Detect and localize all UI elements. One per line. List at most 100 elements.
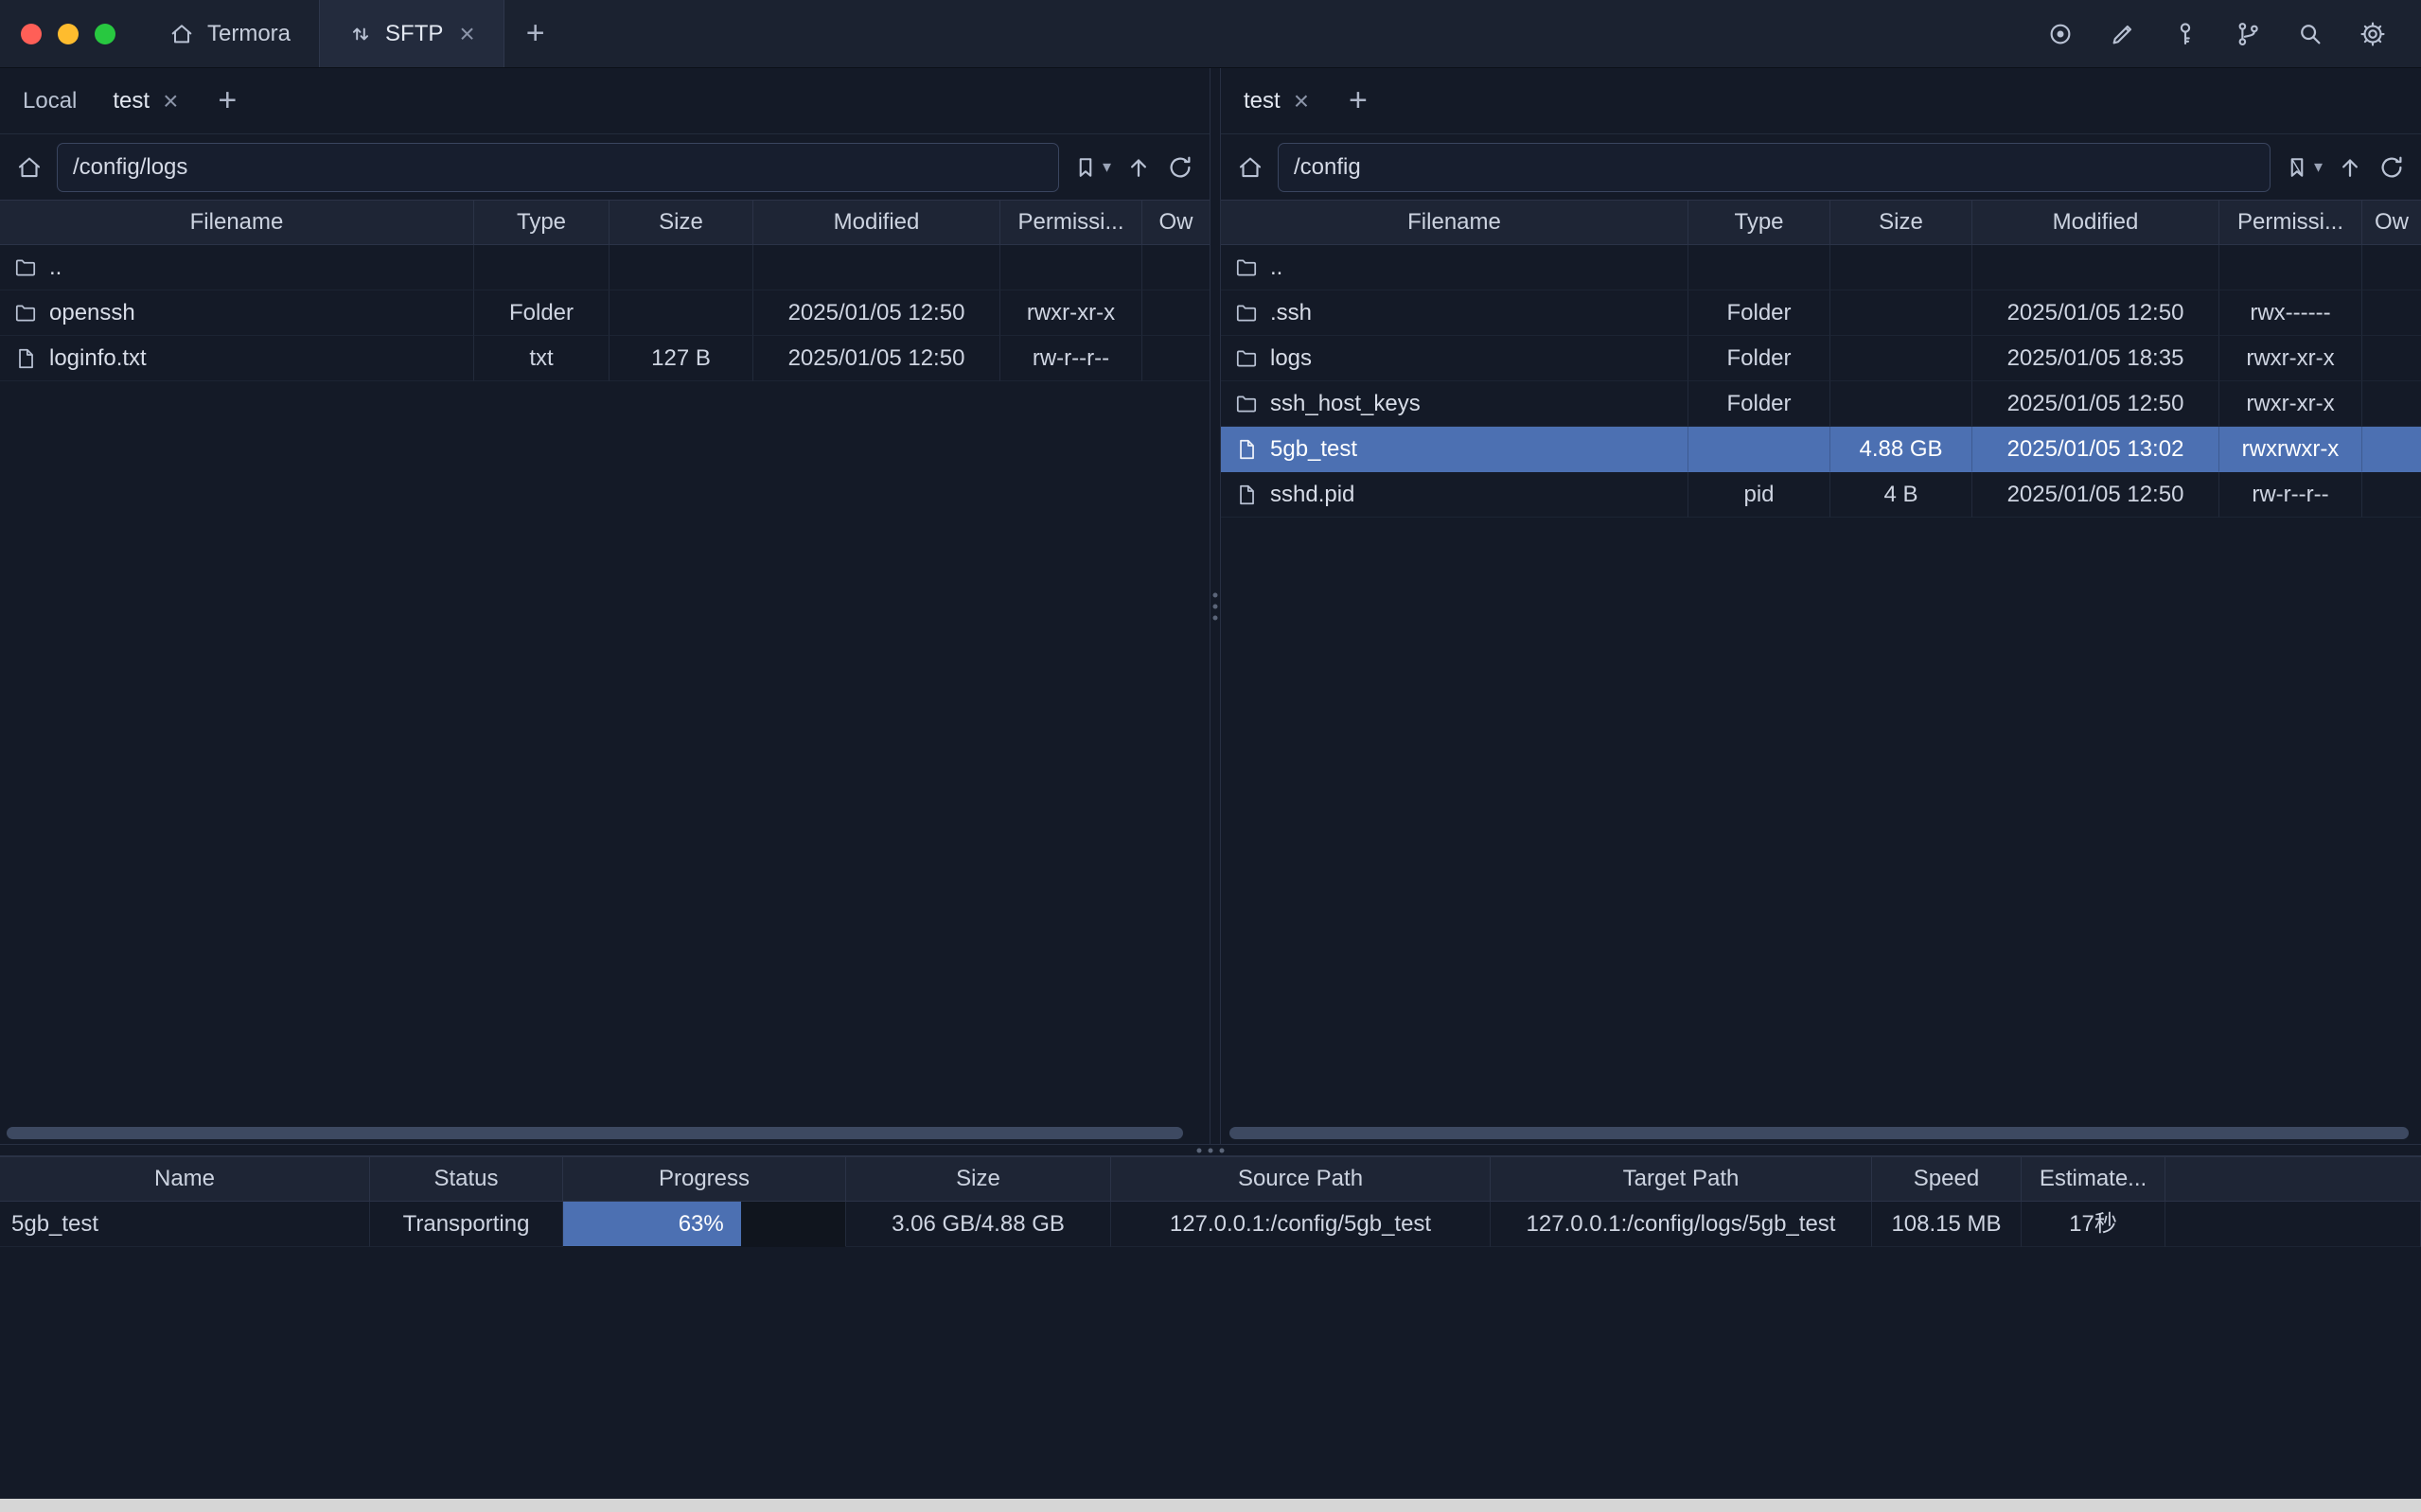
column-header-filename[interactable]: Filename [1221,200,1688,245]
transfer-icon [348,22,373,46]
file-permissions: rwxr-xr-x [2219,336,2362,381]
file-type [1688,245,1830,290]
key-button[interactable] [2165,14,2205,54]
home-button[interactable] [1236,153,1264,182]
splitter-grip [1213,592,1218,620]
close-icon[interactable]: × [1294,88,1309,114]
file-type: pid [1688,472,1830,518]
horizontal-splitter[interactable] [0,1144,2421,1156]
left-new-tab-button[interactable]: + [218,82,237,119]
file-row[interactable]: openssh Folder 2025/01/05 12:50 rwxr-xr-… [0,290,1210,336]
bookmark-icon [2284,154,2310,181]
tab-sftp[interactable]: SFTP × [319,0,504,67]
left-pane-tabbar: Local test × + [0,68,1210,134]
column-header-modified[interactable]: Modified [1972,200,2219,245]
minimize-window-button[interactable] [58,24,79,44]
column-header-type[interactable]: Type [1688,200,1830,245]
chevron-down-icon[interactable]: ▾ [2314,157,2323,177]
column-header-permissions[interactable]: Permissi... [2219,200,2362,245]
horizontal-scrollbar[interactable] [1229,1127,2409,1139]
column-header-status[interactable]: Status [370,1156,563,1202]
transfer-row[interactable]: 5gb_test Transporting 63% 3.06 GB/4.88 G… [0,1202,2421,1247]
plus-icon: + [218,82,237,118]
refresh-button[interactable] [2377,153,2406,182]
column-header-filename[interactable]: Filename [0,200,474,245]
record-button[interactable] [2041,14,2080,54]
zoom-window-button[interactable] [95,24,115,44]
file-row[interactable]: loginfo.txt txt 127 B 2025/01/05 12:50 r… [0,336,1210,381]
file-size [1830,245,1972,290]
close-window-button[interactable] [21,24,42,44]
file-size: 4.88 GB [1830,427,1972,472]
transfer-source-path: 127.0.0.1:/config/5gb_test [1111,1202,1491,1247]
tab-termora-label: Termora [207,21,291,47]
refresh-button[interactable] [1166,153,1194,182]
column-header-speed[interactable]: Speed [1872,1156,2022,1202]
column-header-type[interactable]: Type [474,200,610,245]
plus-icon: + [1349,82,1368,118]
file-row[interactable]: logs Folder 2025/01/05 18:35 rwxr-xr-x [1221,336,2421,381]
column-header-permissions[interactable]: Permissi... [1000,200,1142,245]
file-row[interactable]: .ssh Folder 2025/01/05 12:50 rwx------ [1221,290,2421,336]
column-header-owner[interactable]: Ow [2362,200,2421,245]
chevron-down-icon[interactable]: ▾ [1103,157,1111,177]
parent-directory-button[interactable] [2336,153,2364,182]
column-header-size[interactable]: Size [610,200,753,245]
left-path-input[interactable] [57,143,1059,192]
file-size: 127 B [610,336,753,381]
filename: 5gb_test [1270,427,1357,472]
column-header-source-path[interactable]: Source Path [1111,1156,1491,1202]
pencil-button[interactable] [2103,14,2143,54]
right-new-tab-button[interactable]: + [1349,82,1368,119]
tab-test-left[interactable]: test × [113,88,178,114]
file-size [610,290,753,336]
file-row[interactable]: sshd.pid pid 4 B 2025/01/05 12:50 rw-r--… [1221,472,2421,518]
file-owner [1142,245,1210,290]
right-bookmark-button[interactable]: ▾ [2284,154,2323,181]
file-modified: 2025/01/05 13:02 [1972,427,2219,472]
termora-window: Termora SFTP × + [0,0,2421,1512]
column-header-estimate[interactable]: Estimate... [2022,1156,2165,1202]
transfer-name: 5gb_test [0,1202,370,1247]
column-header-target-path[interactable]: Target Path [1491,1156,1872,1202]
close-icon[interactable]: × [459,21,474,47]
file-row[interactable]: .. [0,245,1210,290]
close-icon[interactable]: × [163,88,178,114]
horizontal-scrollbar[interactable] [7,1127,1183,1139]
splitter-grip [1197,1148,1225,1152]
file-row[interactable]: .. [1221,245,2421,290]
search-button[interactable] [2290,14,2330,54]
file-type [474,245,610,290]
column-header-size[interactable]: Size [1830,200,1972,245]
parent-directory-button[interactable] [1124,153,1153,182]
branch-button[interactable] [2228,14,2268,54]
column-header-size[interactable]: Size [846,1156,1111,1202]
file-owner [2362,290,2421,336]
tab-test-right[interactable]: test × [1244,88,1309,114]
file-icon [13,346,38,371]
column-header-name[interactable]: Name [0,1156,370,1202]
left-bookmark-button[interactable]: ▾ [1072,154,1111,181]
file-row-selected[interactable]: 5gb_test 4.88 GB 2025/01/05 13:02 rwxrwx… [1221,427,2421,472]
file-row[interactable]: ssh_host_keys Folder 2025/01/05 12:50 rw… [1221,381,2421,427]
home-button[interactable] [15,153,44,182]
file-permissions: rwx------ [2219,290,2362,336]
bookmark-icon [1072,154,1099,181]
gear-button[interactable] [2353,14,2393,54]
tab-local-label: Local [23,88,77,114]
transfer-status: Transporting [370,1202,563,1247]
tab-termora[interactable]: Termora [140,0,319,67]
new-window-tab-button[interactable]: + [504,0,567,67]
tab-local[interactable]: Local [23,88,77,114]
folder-icon [13,255,38,280]
column-header-modified[interactable]: Modified [753,200,1000,245]
column-header-owner[interactable]: Ow [1142,200,1210,245]
vertical-splitter[interactable] [1210,68,1221,1144]
file-modified: 2025/01/05 18:35 [1972,336,2219,381]
filename: loginfo.txt [49,336,147,381]
right-path-input[interactable] [1278,143,2271,192]
file-modified [753,245,1000,290]
filename: .. [49,245,62,290]
file-type: txt [474,336,610,381]
column-header-progress[interactable]: Progress [563,1156,846,1202]
